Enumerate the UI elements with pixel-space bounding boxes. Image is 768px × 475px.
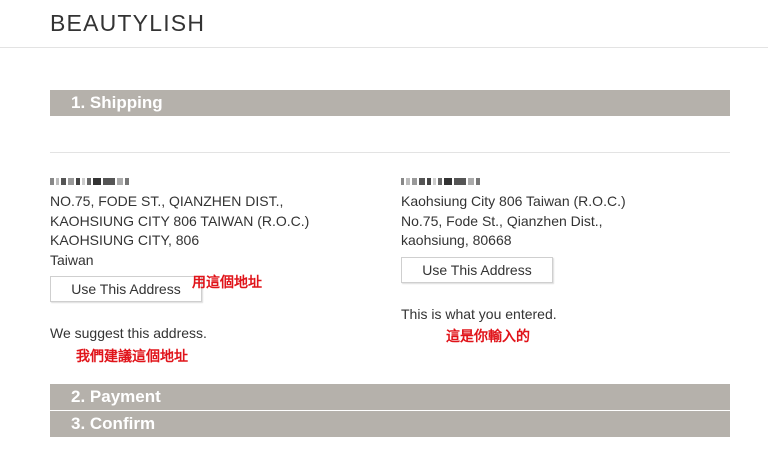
suggested-address-line: NO.75, FODE ST., QIANZHEN DIST., [50,193,284,209]
entered-address-line: kaohsiung, 80668 [401,232,512,248]
step-payment-label: 2. Payment [71,387,161,406]
suggested-address-line: Taiwan [50,251,94,268]
redacted-name-left [50,176,129,186]
annotation-you-entered: 這是你輸入的 [446,328,530,344]
section-divider [50,152,730,153]
step-confirm-header[interactable]: 3. Confirm [50,411,730,437]
use-entered-address-button[interactable]: Use This Address [401,257,553,283]
entered-address-line: No.75, Fode St., Qianzhen Dist., [401,212,603,229]
redacted-name-right [401,176,480,186]
step-payment-header[interactable]: 2. Payment [50,384,730,410]
annotation-we-suggest: 我們建議這個地址 [76,348,188,364]
site-header: BEAUTYLISH [0,0,768,48]
suggested-address-line: KAOHSIUNG CITY 806 TAIWAN (R.O.C.) [50,212,310,229]
annotation-use-this-address: 用這個地址 [192,274,262,290]
entered-address-note: This is what you entered. [401,306,557,322]
suggested-address-line: KAOHSIUNG CITY, 806 [50,232,200,248]
suggested-address-note: We suggest this address. [50,325,207,341]
suggested-address: NO.75, FODE ST., QIANZHEN DIST., KAOHSIU… [50,192,309,270]
entered-address-line: Kaohsiung City 806 Taiwan (R.O.C.) [401,193,626,209]
entered-address: Kaohsiung City 806 Taiwan (R.O.C.) No.75… [401,192,626,251]
step-shipping-header[interactable]: 1. Shipping [50,90,730,116]
step-confirm-label: 3. Confirm [71,414,156,433]
step-shipping-label: 1. Shipping [71,93,163,112]
use-suggested-address-button[interactable]: Use This Address [50,276,202,302]
beautylish-logo[interactable]: BEAUTYLISH [50,10,205,37]
